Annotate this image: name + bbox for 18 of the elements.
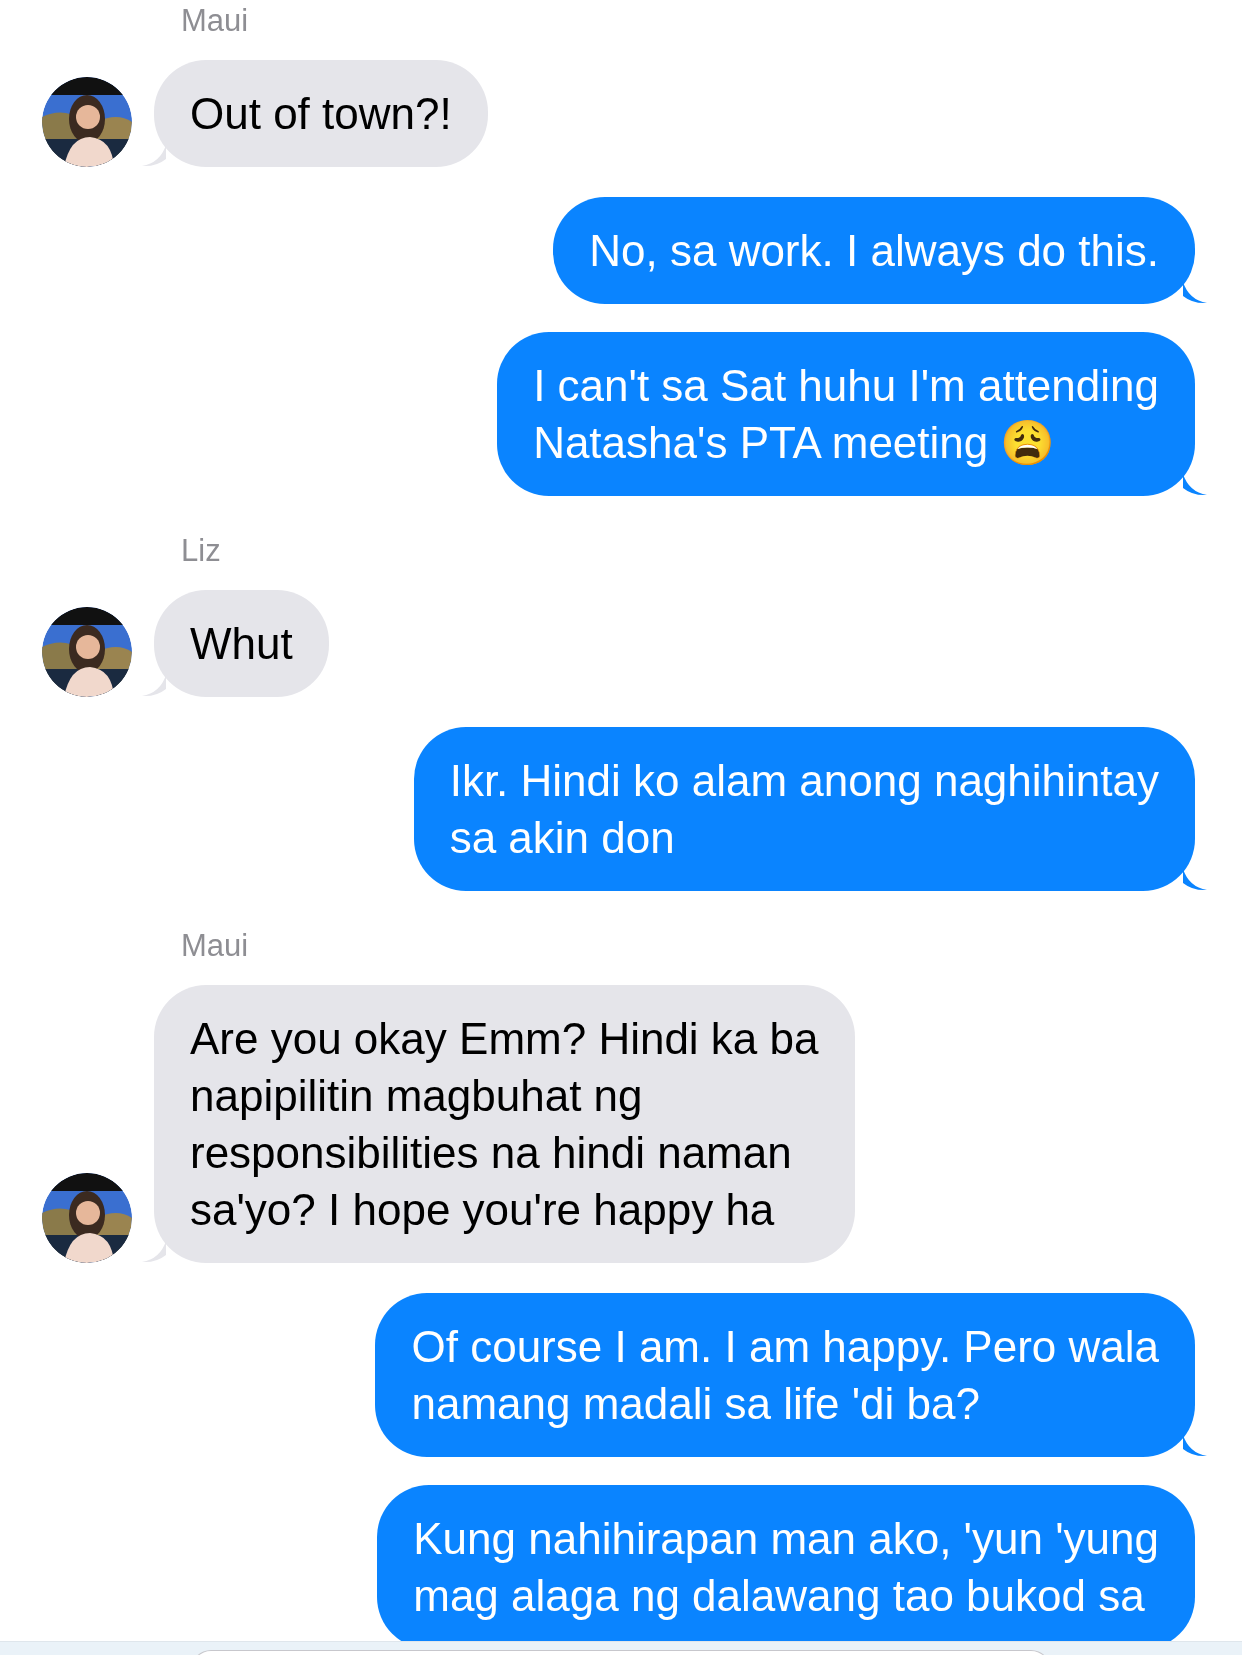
received-message-bubble: Whut — [154, 590, 329, 697]
received-message-bubble: Are you okay Emm? Hindi ka ba napipilitin magbuhat ng responsibilities na hindi naman sa'yo? I hope you're happy ha — [154, 985, 855, 1263]
bubble-tail — [142, 145, 166, 167]
sent-message-bubble: No, sa work. I always do this. — [553, 197, 1195, 304]
sender-name: Liz — [181, 533, 221, 568]
sender-name: Maui — [181, 928, 249, 963]
sent-message-bubble: Kung nahihirapan man ako, 'yun 'yung mag alaga ng dalawang tao bukod sa — [377, 1485, 1195, 1641]
sent-message-bubble: Ikr. Hindi ko alam anong naghihintay sa akin don — [413, 727, 1195, 891]
received-message-bubble: Out of town?! — [154, 60, 488, 167]
sender-name: Maui — [181, 3, 249, 38]
bubble-tail — [1183, 474, 1207, 496]
bubble-tail — [142, 1241, 166, 1263]
bubble-tail — [1183, 282, 1207, 304]
sent-message-bubble: I can't sa Sat huhu I'm attending Natasha's PTA meeting 😩 — [497, 332, 1195, 496]
sent-message-bubble: Of course I am. I am happy. Pero wala namang madali sa life 'di ba? — [375, 1293, 1195, 1457]
bubble-tail — [142, 675, 166, 697]
bubble-tail — [1183, 1435, 1207, 1457]
bubble-tail — [1183, 869, 1207, 891]
